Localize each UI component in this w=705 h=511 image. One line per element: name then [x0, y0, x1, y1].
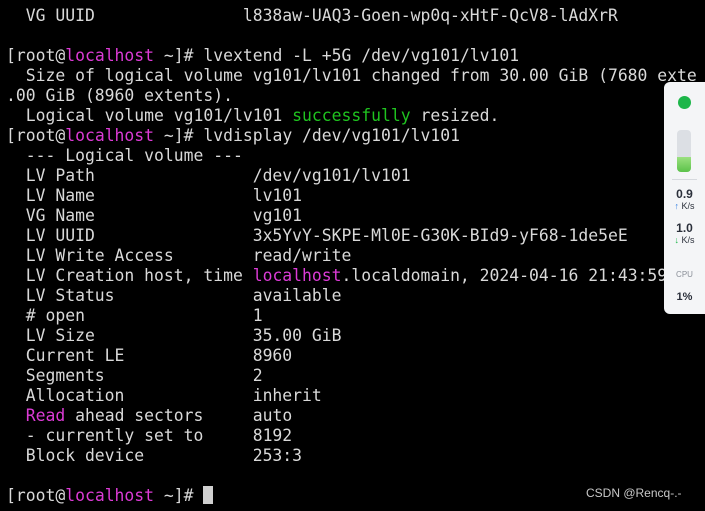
terminal-line: Current LE 8960: [6, 346, 292, 366]
terminal-line: Logical volume vg101/lv101 successfully …: [6, 106, 500, 126]
hostname-text: localhost: [65, 46, 155, 65]
terminal-line: Size of logical volume vg101/lv101 chang…: [6, 66, 697, 86]
terminal-text: LV Creation host, time: [6, 266, 253, 285]
memory-gauge-fill: [677, 157, 691, 172]
terminal-text: VG Name vg101: [6, 206, 303, 225]
hostname-text: Read: [25, 406, 66, 425]
upload-unit: K/s: [681, 201, 695, 211]
system-monitor-widget[interactable]: 0.9 ↑ K/s 1.0 ↓ K/s CPU 1%: [664, 82, 705, 314]
terminal-text: ~]#: [154, 486, 204, 505]
terminal-text: LV Write Access read/write: [6, 246, 352, 265]
arrow-up-icon: ↑: [674, 201, 679, 211]
terminal-line: LV Creation host, time localhost.localdo…: [6, 266, 697, 286]
memory-gauge: [677, 130, 691, 172]
terminal-text: LV Name lv101: [6, 186, 303, 205]
cursor: [203, 486, 214, 504]
terminal-line: [root@localhost ~]# lvdisplay /dev/vg101…: [6, 126, 460, 146]
widget-divider: [672, 179, 697, 180]
terminal-text: [root@: [6, 486, 66, 505]
terminal-text: Block device 253:3: [6, 446, 303, 465]
terminal-text: LV Status available: [6, 286, 342, 305]
download-speed: 1.0 ↓ K/s: [664, 222, 705, 246]
terminal-text: ~]# lvdisplay /dev/vg101/lv101: [154, 126, 460, 145]
terminal-text: ahead sectors auto: [65, 406, 293, 425]
terminal-line: Allocation inherit: [6, 386, 322, 406]
terminal-line: VG Name vg101: [6, 206, 302, 226]
terminal-text: [root@: [6, 126, 66, 145]
terminal-text: Segments 2: [6, 366, 263, 385]
terminal-line: # open 1: [6, 306, 263, 326]
terminal-line: Read ahead sectors auto: [6, 406, 292, 426]
terminal-text: Allocation inherit: [6, 386, 322, 405]
terminal-text: Current LE 8960: [6, 346, 293, 365]
terminal-line: - currently set to 8192: [6, 426, 292, 446]
terminal-text: ~]# lvextend -L +5G /dev/vg101/lv101: [154, 46, 520, 65]
terminal-line: LV Name lv101: [6, 186, 302, 206]
terminal-text: # open 1: [6, 306, 263, 325]
terminal-text: LV UUID 3x5YvY-SKPE-Ml0E-G30K-BId9-yF68-…: [6, 226, 628, 245]
terminal-text: Logical volume vg101/lv101: [6, 106, 293, 125]
terminal-text: LV Path /dev/vg101/lv101: [6, 166, 411, 185]
cpu-value: 1%: [676, 291, 693, 303]
watermark: CSDN @Rencq-.-: [586, 486, 682, 500]
terminal-text: resized.: [410, 106, 500, 125]
hostname-text: localhost: [252, 266, 342, 285]
terminal-text: [root@: [6, 46, 66, 65]
hostname-text: localhost: [65, 126, 155, 145]
terminal-text: Size of logical volume vg101/lv101 chang…: [6, 66, 697, 85]
terminal-text: .00 GiB (8960 extents).: [6, 86, 233, 105]
upload-speed: 0.9 ↑ K/s: [664, 188, 705, 212]
download-value: 1.0: [676, 221, 693, 235]
upload-value: 0.9: [676, 187, 693, 201]
terminal-line: LV Write Access read/write: [6, 246, 352, 266]
terminal-line: Block device 253:3: [6, 446, 302, 466]
terminal-text: VG UUID l838aw-UAQ3-Goen-wp0q-xHtF-QcV8-…: [6, 6, 618, 25]
status-dot-icon: [678, 96, 691, 109]
success-text: successfully: [292, 106, 411, 125]
terminal-text: - currently set to 8192: [6, 426, 293, 445]
terminal-line: .00 GiB (8960 extents).: [6, 86, 233, 106]
terminal-line: LV UUID 3x5YvY-SKPE-Ml0E-G30K-BId9-yF68-…: [6, 226, 628, 246]
terminal-text: LV Size 35.00 GiB: [6, 326, 342, 345]
terminal-line: LV Path /dev/vg101/lv101: [6, 166, 411, 186]
terminal-window[interactable]: VG UUID l838aw-UAQ3-Goen-wp0q-xHtF-QcV8-…: [0, 0, 705, 511]
arrow-down-icon: ↓: [674, 235, 679, 245]
hostname-text: localhost: [65, 486, 155, 505]
terminal-line: [root@localhost ~]# lvextend -L +5G /dev…: [6, 46, 519, 66]
terminal-text: .localdomain, 2024-04-16 21:43:59 +0: [341, 266, 697, 285]
terminal-line: LV Status available: [6, 286, 342, 306]
terminal-line: VG UUID l838aw-UAQ3-Goen-wp0q-xHtF-QcV8-…: [6, 6, 618, 26]
cpu-label: CPU: [676, 270, 693, 279]
terminal-line: --- Logical volume ---: [6, 146, 243, 166]
terminal-line: Segments 2: [6, 366, 263, 386]
terminal-line: [root@localhost ~]#: [6, 486, 214, 506]
terminal-line: LV Size 35.00 GiB: [6, 326, 342, 346]
terminal-text: --- Logical volume ---: [6, 146, 243, 165]
download-unit: K/s: [681, 235, 695, 245]
